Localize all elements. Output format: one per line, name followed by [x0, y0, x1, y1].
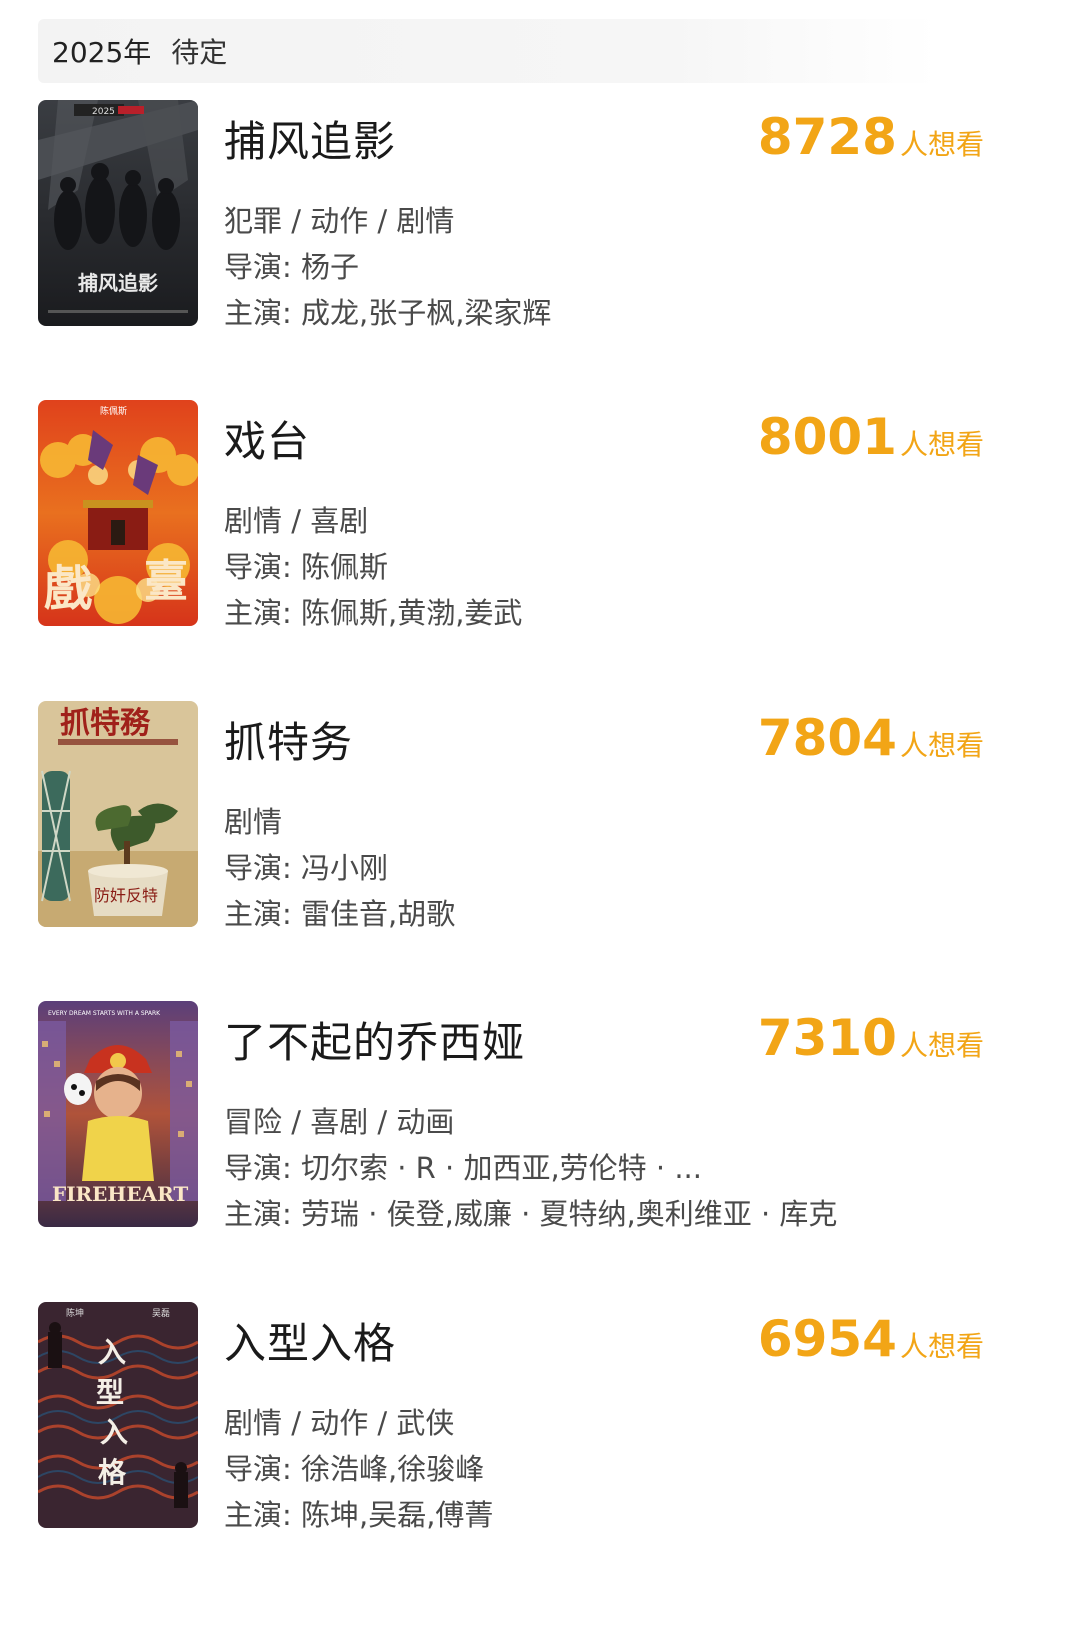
- poster-actor-1: 陈坤: [66, 1307, 84, 1319]
- cast-label: 主演:: [224, 1197, 301, 1231]
- poster-title-1: 入: [98, 1336, 126, 1369]
- director-label: 导演:: [224, 1452, 301, 1486]
- movie-poster[interactable]: 戲 臺 陈佩斯: [38, 400, 198, 626]
- poster-actor-2: 吴磊: [152, 1308, 170, 1319]
- director-names: 陈佩斯: [301, 550, 389, 584]
- wants-unit: 人想看: [899, 428, 984, 461]
- cast-names: 成龙,张子枫,梁家辉: [301, 296, 552, 330]
- wants-number: 7310: [757, 1009, 897, 1067]
- wants-number: 8728: [757, 108, 897, 166]
- director-names: 徐浩峰,徐骏峰: [301, 1452, 485, 1486]
- poster-credit: 陈佩斯: [100, 405, 127, 417]
- wants-unit: 人想看: [899, 128, 984, 161]
- movie-cast: 主演: 陈佩斯,黄渤,姜武: [224, 590, 522, 632]
- movie-item[interactable]: 入 型 入 格 陈坤 吴磊 入型入格 6954 人想看 剧情 / 动作 / 武侠…: [38, 1302, 1038, 1532]
- movie-title[interactable]: 了不起的乔西娅: [224, 1009, 525, 1070]
- movie-director: 导演: 切尔索 · R · 加西亚,劳伦特 · ...: [224, 1145, 702, 1187]
- movie-item[interactable]: FIREHEART EVERY DREAM STARTS WITH A SPAR…: [38, 1001, 1038, 1231]
- movie-director: 导演: 徐浩峰,徐骏峰: [224, 1446, 484, 1488]
- director-names: 冯小刚: [301, 851, 389, 885]
- cast-names: 雷佳音,胡歌: [301, 897, 456, 931]
- poster-year: 2025: [92, 107, 115, 117]
- wants-unit: 人想看: [899, 1330, 984, 1363]
- poster-tagline: EVERY DREAM STARTS WITH A SPARK: [48, 1010, 161, 1017]
- cast-names: 劳瑞 · 侯登,威廉 · 夏特纳,奥利维亚 · 库克: [301, 1197, 838, 1231]
- wants-count: 8001 人想看: [758, 408, 984, 466]
- wants-number: 6954: [757, 1310, 897, 1368]
- poster-stage-icon: 戲 臺 陈佩斯: [38, 400, 198, 626]
- director-label: 导演:: [224, 1151, 301, 1185]
- section-header: 2025年 待定: [38, 19, 938, 83]
- cast-label: 主演:: [224, 296, 301, 330]
- movie-genres: 剧情 / 动作 / 武侠: [224, 1406, 455, 1440]
- wants-count: 7310 人想看: [758, 1009, 984, 1067]
- poster-title: 戲: [44, 561, 92, 617]
- poster-title: FIREHEART: [52, 1182, 188, 1206]
- poster-title-3: 入: [100, 1416, 128, 1449]
- movie-poster[interactable]: 抓特務 防奸反特: [38, 701, 198, 927]
- movie-cast: 主演: 陈坤,吴磊,傅菁: [224, 1492, 493, 1534]
- movie-director: 导演: 陈佩斯: [224, 544, 388, 586]
- poster-spy-icon: 抓特務 防奸反特: [38, 701, 198, 927]
- cast-label: 主演:: [224, 897, 301, 931]
- movie-director: 导演: 冯小刚: [224, 845, 388, 887]
- wants-count: 8728 人想看: [758, 108, 984, 166]
- poster-title-4: 格: [98, 1456, 127, 1489]
- wants-unit: 人想看: [899, 729, 984, 762]
- movie-item[interactable]: 戲 臺 陈佩斯 戏台 8001 人想看 剧情 / 喜剧 导演: 陈佩斯 主演: …: [38, 400, 1038, 630]
- movie-title[interactable]: 戏台: [224, 408, 310, 469]
- director-names: 切尔索 · R · 加西亚,劳伦特 · ...: [301, 1151, 702, 1185]
- movie-item[interactable]: 抓特務 防奸反特 抓特务 7804 人想看 剧情 导演: 冯小刚 主演: 雷佳音…: [38, 701, 1038, 931]
- poster-title: 抓特務: [60, 706, 151, 741]
- movie-title[interactable]: 抓特务: [224, 709, 353, 770]
- movie-item[interactable]: 2025 捕风追影 捕风追影 8728 人想看 犯罪 / 动作 / 剧情 导演:…: [38, 100, 1038, 330]
- release-status: 待定: [171, 36, 228, 69]
- movie-cast: 主演: 成龙,张子枫,梁家辉: [224, 290, 551, 332]
- movie-cast: 主演: 雷佳音,胡歌: [224, 891, 455, 933]
- movie-genres: 犯罪 / 动作 / 剧情: [224, 204, 455, 238]
- wants-unit: 人想看: [899, 1029, 984, 1062]
- movie-title[interactable]: 捕风追影: [224, 108, 396, 169]
- wants-count: 7804 人想看: [758, 709, 984, 767]
- cast-names: 陈坤,吴磊,傅菁: [301, 1498, 494, 1532]
- poster-wuxia-icon: 入 型 入 格 陈坤 吴磊: [38, 1302, 198, 1528]
- movie-poster[interactable]: 入 型 入 格 陈坤 吴磊: [38, 1302, 198, 1528]
- poster-fireheart-icon: FIREHEART EVERY DREAM STARTS WITH A SPAR…: [38, 1001, 198, 1227]
- wants-number: 8001: [757, 408, 897, 466]
- year-label: 2025年: [52, 36, 152, 69]
- director-label: 导演:: [224, 550, 301, 584]
- movie-genres: 剧情: [224, 805, 283, 839]
- cast-label: 主演:: [224, 1498, 301, 1532]
- director-names: 杨子: [301, 250, 360, 284]
- wants-count: 6954 人想看: [758, 1310, 984, 1368]
- director-label: 导演:: [224, 851, 301, 885]
- movie-poster[interactable]: FIREHEART EVERY DREAM STARTS WITH A SPAR…: [38, 1001, 198, 1227]
- wants-number: 7804: [757, 709, 897, 767]
- poster-crime-action-icon: 2025 捕风追影: [38, 100, 198, 326]
- movie-genres: 冒险 / 喜剧 / 动画: [224, 1105, 455, 1139]
- poster-title-2: 型: [96, 1376, 124, 1409]
- movie-cast: 主演: 劳瑞 · 侯登,威廉 · 夏特纳,奥利维亚 · 库克: [224, 1191, 837, 1233]
- poster-slogan: 防奸反特: [94, 886, 158, 905]
- director-label: 导演:: [224, 250, 301, 284]
- cast-names: 陈佩斯,黄渤,姜武: [301, 596, 523, 630]
- movie-title[interactable]: 入型入格: [224, 1310, 396, 1371]
- movie-genres: 剧情 / 喜剧: [224, 504, 369, 538]
- poster-title: 捕风追影: [78, 271, 158, 295]
- poster-title-2: 臺: [144, 556, 188, 607]
- movie-director: 导演: 杨子: [224, 244, 359, 286]
- movie-poster[interactable]: 2025 捕风追影: [38, 100, 198, 326]
- cast-label: 主演:: [224, 596, 301, 630]
